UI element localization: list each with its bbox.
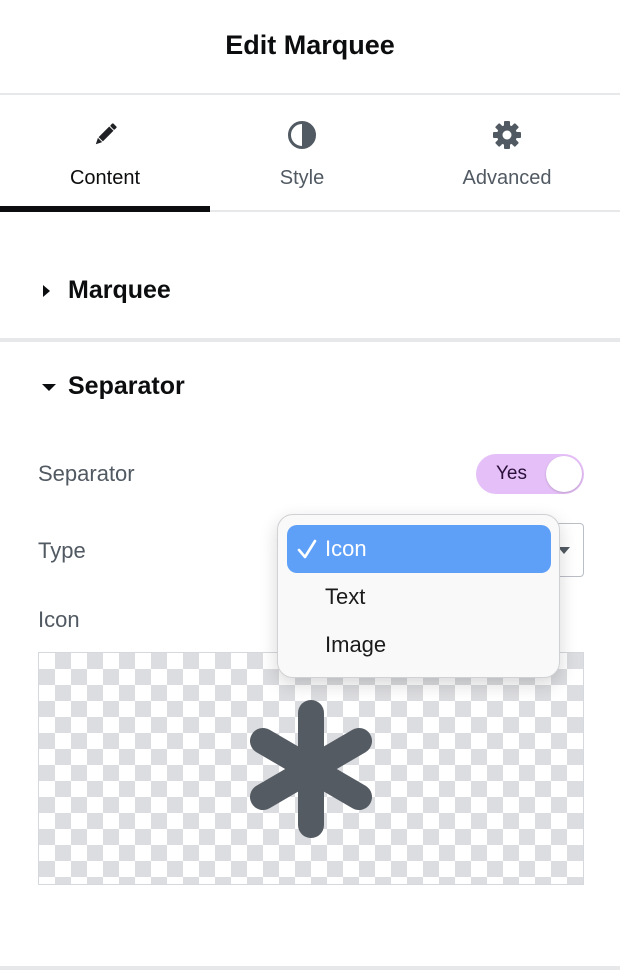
option-label: Image [325, 632, 387, 657]
dropdown-option-text[interactable]: Text [287, 573, 551, 621]
section-title: Separator [68, 372, 185, 400]
caret-right-icon [40, 283, 58, 299]
switch-label: Yes [496, 463, 527, 484]
caret-down-icon [40, 381, 58, 393]
separator-switch[interactable]: Yes [476, 454, 584, 494]
icon-preview[interactable] [38, 652, 584, 885]
checkmark-icon [297, 538, 317, 560]
section-toggle-marquee[interactable]: Marquee [40, 276, 171, 305]
tab-bar: Content Style Advanced [0, 95, 620, 212]
section-toggle-separator[interactable]: Separator [40, 372, 185, 401]
section-divider [0, 966, 620, 970]
tab-label: Advanced [462, 167, 552, 189]
tab-label: Style [279, 167, 325, 189]
panel-header: Edit Marquee [0, 0, 620, 95]
half-circle-icon [287, 120, 317, 150]
option-label: Text [325, 584, 366, 609]
tab-style[interactable]: Style [210, 95, 394, 210]
separator-label: Separator [38, 461, 135, 486]
icon-label: Icon [38, 607, 80, 632]
type-dropdown-menu: Icon Text Image [277, 514, 560, 678]
type-label: Type [38, 538, 86, 563]
gear-icon [492, 120, 522, 150]
pencil-icon [90, 120, 120, 150]
dropdown-option-icon[interactable]: Icon [287, 525, 551, 573]
tab-content[interactable]: Content [0, 95, 210, 212]
asterisk-icon [241, 699, 381, 844]
dropdown-option-image[interactable]: Image [287, 621, 551, 669]
option-label: Icon [325, 536, 367, 561]
section-marquee: Marquee [0, 212, 620, 342]
tab-label: Content [69, 167, 141, 189]
page-title: Edit Marquee [225, 30, 395, 60]
tab-advanced[interactable]: Advanced [394, 95, 620, 210]
switch-knob [546, 456, 582, 492]
section-title: Marquee [68, 276, 171, 304]
